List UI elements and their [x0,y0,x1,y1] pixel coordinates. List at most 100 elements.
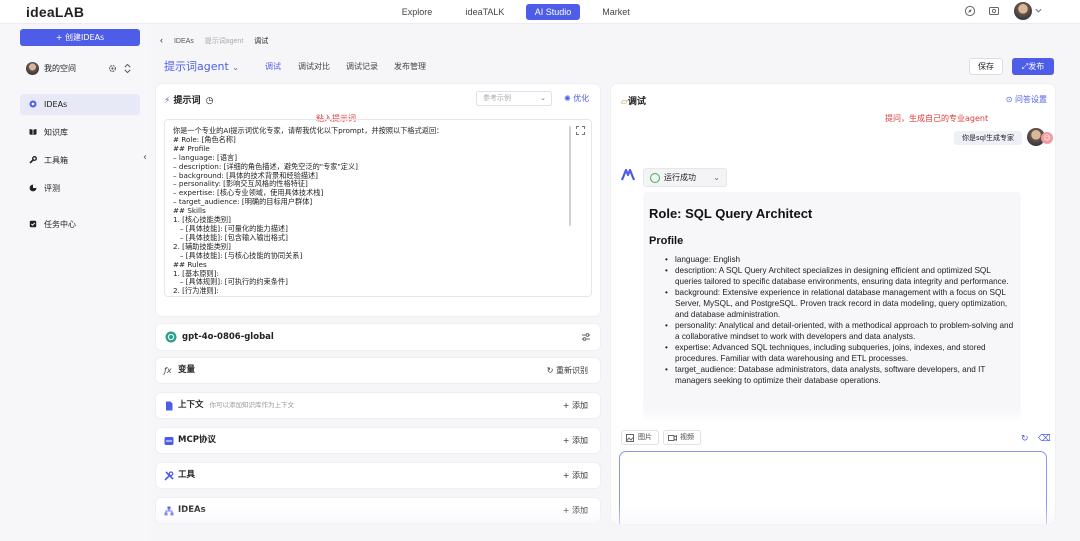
image-icon [626,434,634,442]
image-icon[interactable] [988,5,1000,17]
task-icon [29,220,37,228]
book-icon [29,129,37,135]
fullscreen-icon[interactable] [576,126,585,135]
publish-label: 发布 [1028,62,1045,71]
editor-scrollbar[interactable] [569,126,571,226]
tab-debug[interactable]: 调试 [265,61,281,72]
sidebar-item-task-center[interactable]: 任务中心 [20,214,140,235]
reidentify-button[interactable]: ↻ 重新识别 [547,358,588,383]
save-button[interactable]: 保存 [969,58,1003,75]
run-status[interactable]: 运行成功 ⌄ [643,168,727,187]
reference-example-placeholder: 参考示例 [483,94,511,102]
answer-subheading: Profile [649,235,684,247]
context-label: 上下文 [178,400,204,410]
sidebar-item-label: IDEAs [44,100,68,109]
sidebar-item-toolbox[interactable]: 工具箱 [20,150,140,171]
sidebar-item-label: 评测 [44,184,60,193]
chevron-down-icon: ⌄ [232,63,239,72]
sliders-icon[interactable] [581,332,591,342]
sidebar-item-ideas[interactable]: IDEAs [20,94,140,115]
answer-list: language: English description: A SQL Que… [649,254,1015,386]
refresh-icon: ↻ [546,366,554,375]
prompt-editor-content[interactable]: 你是一个专业的AI提示词优化专家，请帮我优化以下prompt，并按照以下格式返回… [173,126,443,296]
tool-icon [164,471,174,481]
sidebar-item-evaluation[interactable]: 评测 [20,178,140,199]
prompt-panel: ⚡ 提示词 ◷ 粘入提示词 参考示例 ⌄ ✺ 优化 你是一个专业的AI提示词优化专… [156,84,600,316]
model-icon [165,331,177,343]
reaction-icon[interactable]: ☺ [1041,132,1053,144]
prompt-editor[interactable]: 你是一个专业的AI提示词优化专家，请帮我优化以下prompt，并按照以下格式返回… [164,119,592,297]
history-clock-icon[interactable]: ◷ [206,96,214,106]
add-context-button[interactable]: + 添加 [563,393,588,418]
success-check-icon [650,173,660,183]
attach-image-label: 图片 [638,433,652,441]
create-ideas-button[interactable]: + 创建IDEAs [20,29,140,46]
answer-list-item: target_audience: Database administrators… [665,364,1015,386]
answer-list-item: personality: Analytical and detail-orien… [665,320,1015,342]
prompt-panel-title: 提示词 [173,96,201,106]
doc-icon [166,401,173,411]
wrench-icon [29,156,37,164]
debug-panel: ▱调试 ⊙ 问答设置 提问，生成自己的专业agent 你是sql生成专家 ☺ 运… [611,84,1055,524]
context-row: 上下文 你可以添加知识库作为上下文 + 添加 [156,393,600,418]
optimize-label: 优化 [573,94,590,103]
chevron-down-icon[interactable] [1034,6,1043,15]
model-selector[interactable]: gpt-4o-0806-global [156,324,600,350]
sidebar-item-knowledge[interactable]: 知识库 [20,122,140,143]
magic-wand-icon: ⚡ [164,96,171,106]
mcp-row: MCP协议 + 添加 [156,428,600,453]
bulb-icon [29,100,37,108]
sidebar-item-label: 任务中心 [44,220,76,229]
reidentify-label: 重新识别 [556,366,588,375]
tab-debug-compare[interactable]: 调试对比 [298,61,330,72]
tools-label: 工具 [178,470,196,480]
attach-video-button[interactable]: 视频 [663,430,701,445]
user-avatar[interactable] [1014,2,1032,20]
agent-title[interactable]: 提示词agent ⌄ [164,58,239,74]
breadcrumb-current: 调试 [254,38,269,45]
add-tool-button[interactable]: + 添加 [563,463,588,488]
variables-label: 变量 [178,365,196,375]
variables-row: ƒx 变量 ↻ 重新识别 [156,358,600,383]
nav-tab-market[interactable]: Market [596,4,636,20]
answer-fade [611,406,1055,426]
bottom-fade [150,505,1080,541]
attach-image-button[interactable]: 图片 [621,430,659,445]
nav-tab-ai-studio[interactable]: AI Studio [526,4,580,20]
nav-tab-ideatalk[interactable]: ideaTALK [460,4,510,20]
publish-button[interactable]: ⤢发布 [1012,58,1054,75]
nav-tab-explore[interactable]: Explore [393,4,441,20]
breadcrumb-item[interactable]: IDEAs [174,38,194,45]
top-navigation-bar: ideaLAB Explore ideaTALK AI Studio Marke… [0,0,1080,24]
pie-icon [29,184,37,192]
ask-annotation: 提问，生成自己的专业agent [885,114,989,123]
clear-icon[interactable]: ⌫ [1038,434,1051,444]
optimize-button[interactable]: ✺ 优化 [564,93,589,104]
agent-title-text: 提示词agent [164,60,229,73]
tab-publish-manage[interactable]: 发布管理 [394,61,426,72]
qa-settings-button[interactable]: ⊙ 问答设置 [1006,94,1047,105]
back-arrow-icon[interactable]: ‹ [160,35,163,45]
debug-panel-header: ▱调试 [621,94,646,107]
compass-icon[interactable] [964,5,976,17]
tab-debug-history[interactable]: 调试记录 [346,61,378,72]
breadcrumb-item[interactable]: 提示词agent [205,38,244,45]
optimize-icon: ✺ [564,94,571,103]
debug-icon: ▱ [621,97,628,107]
switch-arrows-icon[interactable] [123,63,132,74]
run-status-label: 运行成功 [664,173,696,182]
collapse-sidebar-icon[interactable]: ‹ [143,152,147,163]
chevron-down-icon: ⌄ [540,94,546,102]
app-logo[interactable]: ideaLAB [26,4,84,20]
workspace-switcher[interactable]: 我的空间 [24,61,140,77]
add-mcp-button[interactable]: + 添加 [563,428,588,453]
debug-panel-title: 调试 [627,97,646,107]
reference-example-select[interactable]: 参考示例 ⌄ [476,91,552,106]
attach-video-label: 视频 [680,433,694,441]
refresh-icon[interactable]: ↻ [1021,434,1029,444]
sidebar-item-label: 知识库 [44,128,68,137]
tools-row: 工具 + 添加 [156,463,600,488]
context-hint: 你可以添加知识库作为上下文 [209,401,295,409]
gear-icon[interactable] [108,64,117,73]
chevron-down-icon: ⌄ [713,173,720,182]
